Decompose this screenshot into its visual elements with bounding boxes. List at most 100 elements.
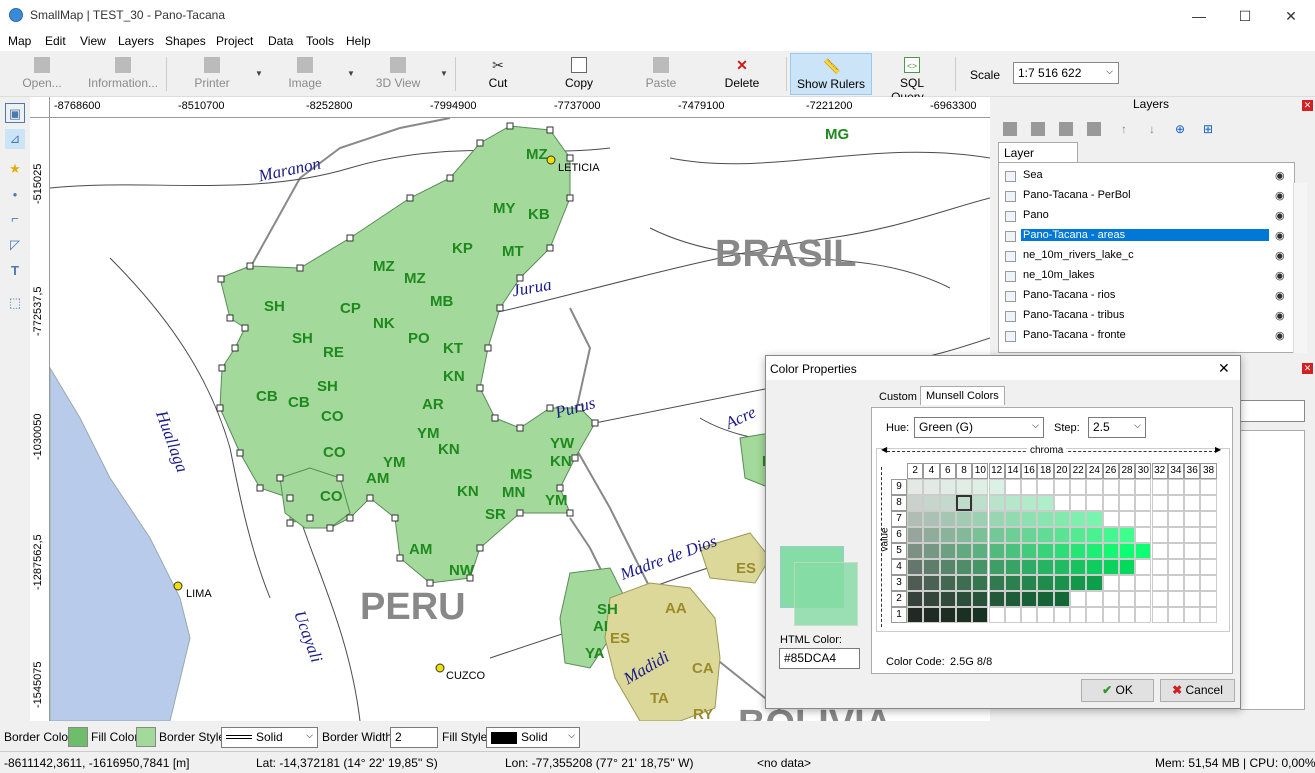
munsell-cell[interactable] (1053, 479, 1070, 495)
munsell-cell[interactable] (1021, 511, 1038, 527)
munsell-cell[interactable] (923, 479, 940, 495)
munsell-cell[interactable] (907, 495, 924, 511)
tab-munsell-colors[interactable]: Munsell Colors (920, 386, 1005, 405)
munsell-cell[interactable] (907, 511, 924, 527)
munsell-cell[interactable] (923, 607, 940, 623)
munsell-cell[interactable] (972, 575, 989, 591)
munsell-cell[interactable] (1086, 591, 1103, 607)
remove-layer-icon[interactable] (1087, 122, 1101, 136)
munsell-cell[interactable] (907, 575, 924, 591)
munsell-cell[interactable] (955, 543, 973, 559)
munsell-cell[interactable] (939, 575, 956, 591)
eye-icon[interactable]: ◉ (1275, 269, 1285, 282)
munsell-cell[interactable] (1086, 607, 1103, 623)
minimize-button[interactable]: — (1176, 4, 1222, 28)
munsell-cell[interactable] (1184, 543, 1201, 559)
munsell-cell[interactable] (1184, 479, 1201, 495)
munsell-cell[interactable] (1070, 511, 1087, 527)
munsell-cell[interactable] (1004, 479, 1022, 495)
munsell-cell[interactable] (1102, 495, 1119, 511)
munsell-cell[interactable] (1135, 527, 1152, 543)
munsell-cell[interactable] (1037, 591, 1054, 607)
munsell-cell[interactable] (923, 559, 940, 575)
munsell-cell[interactable] (1200, 527, 1217, 543)
munsell-cell[interactable] (1135, 575, 1152, 591)
munsell-cell[interactable] (907, 479, 924, 495)
layer-visibility-checkbox[interactable] (1005, 231, 1016, 242)
munsell-cell[interactable] (1118, 591, 1136, 607)
layer-row[interactable]: Pano-Tacana - areas ◉ (999, 226, 1285, 246)
munsell-cell[interactable] (972, 511, 989, 527)
munsell-cell[interactable] (1053, 591, 1070, 607)
munsell-cell[interactable] (988, 591, 1005, 607)
printer-button[interactable]: Printer (185, 53, 239, 95)
munsell-cell[interactable] (972, 543, 989, 559)
ok-button[interactable]: ✔ OK (1081, 679, 1154, 702)
munsell-cell[interactable] (1053, 543, 1070, 559)
munsell-cell[interactable] (1086, 543, 1103, 559)
munsell-cell[interactable] (972, 527, 989, 543)
html-color-input[interactable]: #85DCA4 (779, 648, 860, 669)
munsell-cell[interactable] (1004, 575, 1022, 591)
menu-view[interactable]: View (80, 34, 106, 48)
munsell-cell[interactable] (1200, 559, 1217, 575)
munsell-cell[interactable] (1184, 607, 1201, 623)
menu-data[interactable]: Data (268, 34, 293, 48)
munsell-cell[interactable] (1167, 575, 1185, 591)
munsell-cell[interactable] (1135, 543, 1152, 559)
munsell-cell[interactable] (1102, 527, 1119, 543)
munsell-cell[interactable] (907, 607, 924, 623)
munsell-cell[interactable] (1118, 575, 1136, 591)
munsell-cell[interactable] (923, 527, 940, 543)
munsell-cell[interactable] (923, 543, 940, 559)
menu-help[interactable]: Help (346, 34, 371, 48)
munsell-cell[interactable] (1135, 591, 1152, 607)
eye-icon[interactable]: ◉ (1275, 329, 1285, 342)
munsell-cell[interactable] (907, 559, 924, 575)
munsell-cell[interactable] (1086, 511, 1103, 527)
layer-visibility-checkbox[interactable] (1005, 311, 1016, 322)
line-tool-icon[interactable]: ⌐ (5, 209, 25, 229)
munsell-cell[interactable] (923, 511, 940, 527)
munsell-cell[interactable] (1070, 575, 1087, 591)
chart-tool-icon[interactable]: ⊿ (5, 129, 25, 149)
menu-tools[interactable]: Tools (306, 34, 334, 48)
munsell-cell[interactable] (1004, 543, 1022, 559)
munsell-cell[interactable] (1037, 479, 1054, 495)
cut-button[interactable]: ✂ Cut (478, 53, 518, 95)
delete-button[interactable]: ✕ Delete (718, 53, 766, 95)
munsell-cell[interactable] (972, 495, 989, 511)
munsell-cell[interactable] (1118, 479, 1136, 495)
munsell-cell[interactable] (1167, 543, 1185, 559)
layer-visibility-checkbox[interactable] (1005, 331, 1016, 342)
munsell-cell[interactable] (1102, 607, 1119, 623)
panel-close-icon[interactable]: ✕ (1302, 100, 1313, 111)
munsell-cell[interactable] (1151, 495, 1168, 511)
munsell-cell[interactable] (1053, 607, 1070, 623)
munsell-cell[interactable] (1086, 479, 1103, 495)
munsell-cell[interactable] (1200, 479, 1217, 495)
munsell-cell[interactable] (1151, 527, 1168, 543)
munsell-cell[interactable] (1167, 607, 1185, 623)
munsell-cell[interactable] (1151, 543, 1168, 559)
munsell-cell[interactable] (1070, 543, 1087, 559)
munsell-cell[interactable] (1004, 591, 1022, 607)
munsell-cell[interactable] (939, 559, 956, 575)
munsell-cell[interactable] (1053, 527, 1070, 543)
menu-project[interactable]: Project (216, 34, 253, 48)
munsell-cell[interactable] (1053, 495, 1070, 511)
image-dropdown-icon[interactable]: ▼ (347, 69, 355, 78)
munsell-cell[interactable] (1004, 607, 1022, 623)
3d-view-dropdown-icon[interactable]: ▼ (440, 69, 448, 78)
munsell-cell[interactable] (1135, 495, 1152, 511)
zoom-to-layer-icon[interactable]: ⊕ (1175, 122, 1185, 136)
munsell-cell[interactable] (1053, 575, 1070, 591)
munsell-cell[interactable] (1021, 607, 1038, 623)
munsell-cell[interactable] (1004, 527, 1022, 543)
panel-close-icon[interactable]: ✕ (1302, 363, 1313, 374)
show-rulers-button[interactable]: 📏 Show Rulers (790, 53, 872, 95)
layer-visibility-checkbox[interactable] (1005, 251, 1016, 262)
layer-row[interactable]: Pano-Tacana - fronte ◉ (999, 326, 1285, 346)
munsell-cell[interactable] (955, 479, 973, 495)
munsell-cell[interactable] (1167, 559, 1185, 575)
